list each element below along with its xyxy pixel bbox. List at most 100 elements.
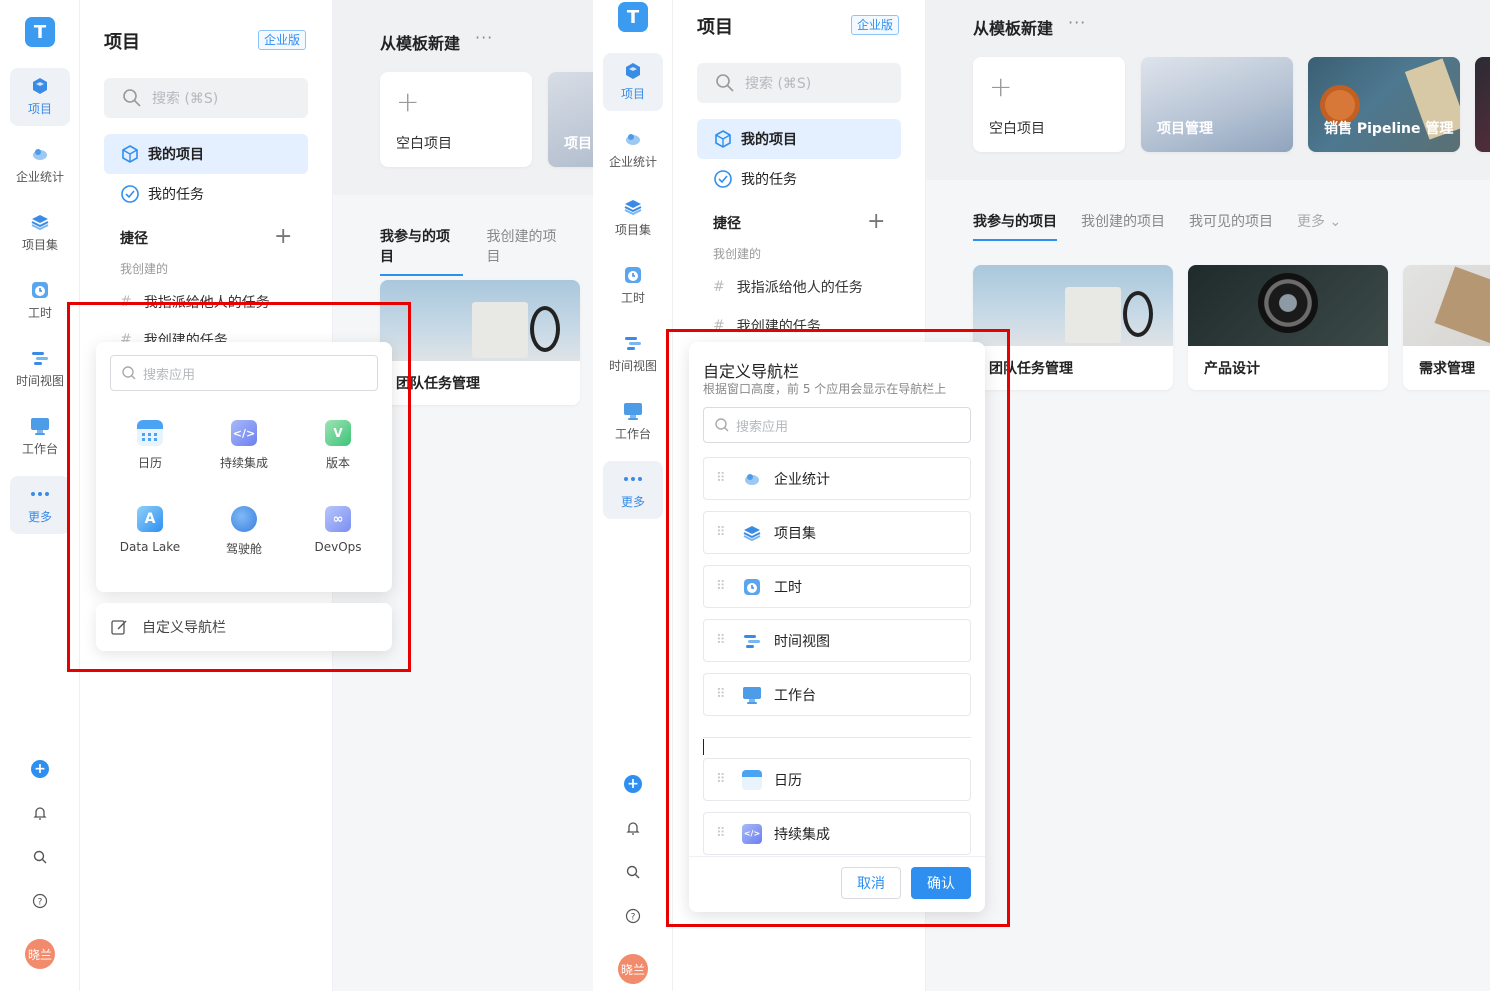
avatar[interactable]: 晓兰 (618, 954, 648, 984)
pinned-app-item[interactable]: ⠿ 企业统计 (703, 457, 971, 500)
more-options-icon[interactable]: ··· (475, 28, 493, 47)
nav-my-tasks[interactable]: 我的任务 (697, 159, 901, 199)
drag-handle-icon[interactable]: ⠿ (716, 688, 732, 701)
dialog-title: 自定义导航栏 (703, 362, 800, 381)
shortcut-item[interactable]: # 我指派给他人的任务 (120, 292, 270, 312)
pinned-app-item[interactable]: ⠿ 工作台 (703, 673, 971, 716)
help-icon[interactable]: ? (28, 889, 52, 913)
version-icon: V (325, 420, 351, 446)
nav-my-projects[interactable]: 我的项目 (104, 134, 308, 174)
add-shortcut-button[interactable]: + (867, 211, 885, 233)
rail-item-project[interactable]: 项目 (603, 53, 663, 111)
more-options-icon[interactable]: ··· (1068, 13, 1086, 32)
project-card[interactable]: 需求管理 (1403, 265, 1490, 390)
template-card-project[interactable]: 项目 (548, 72, 593, 167)
drag-handle-icon[interactable]: ⠿ (716, 526, 732, 539)
cancel-button[interactable]: 取消 (841, 867, 901, 899)
drag-handle-icon[interactable]: ⠿ (716, 472, 732, 485)
other-app-item[interactable]: ⠿ </> 持续集成 (703, 812, 971, 855)
template-card-blank[interactable]: + 空白项目 (973, 57, 1125, 152)
project-card[interactable]: 团队任务管理 (973, 265, 1173, 390)
timesheet-icon (623, 266, 643, 284)
project-card[interactable]: 团队任务管理 (380, 280, 580, 405)
app-data-lake[interactable]: A Data Lake (103, 506, 197, 554)
search-input[interactable]: 搜索 (⌘S) (104, 78, 308, 118)
rail-item-workbench[interactable]: 工作台 (603, 393, 663, 451)
app-logo-icon[interactable]: T (25, 17, 55, 47)
template-label: 空白项目 (396, 136, 452, 152)
project-cube-icon (122, 145, 138, 163)
add-button[interactable]: + (621, 772, 645, 796)
project-cover-image (1403, 265, 1490, 346)
shortcut-item[interactable]: # 我指派给他人的任务 (713, 277, 863, 297)
rail-item-enterprise-stats[interactable]: 企业统计 (10, 136, 70, 194)
search-input[interactable]: 搜索 (⌘S) (697, 63, 901, 103)
notification-bell-icon[interactable] (621, 816, 645, 840)
rail-item-timesheet[interactable]: 工时 (603, 257, 663, 315)
nav-my-tasks[interactable]: 我的任务 (104, 174, 308, 214)
tab-participating[interactable]: 我参与的项目 (380, 226, 463, 276)
pinned-app-item[interactable]: ⠿ 项目集 (703, 511, 971, 554)
add-shortcut-button[interactable]: + (274, 226, 292, 248)
pinned-app-item[interactable]: ⠿ 工时 (703, 565, 971, 608)
template-card-sales-pipeline[interactable]: 销售 Pipeline 管理 (1308, 57, 1460, 152)
shortcut-label: 我指派给他人的任务 (143, 295, 270, 311)
tab-more-label: 更多 (1297, 214, 1325, 230)
shortcut-item[interactable]: # 我创建的任务 (713, 316, 821, 336)
customize-nav-button[interactable]: 自定义导航栏 (96, 603, 392, 651)
template-card-project-management[interactable]: 项目管理 (1141, 57, 1293, 152)
confirm-button[interactable]: 确认 (911, 867, 971, 899)
rail-item-project[interactable]: 项目 (10, 68, 70, 126)
created-label: 我创建的 (120, 262, 169, 276)
tab-created[interactable]: 我创建的项目 (1081, 211, 1165, 241)
shortcut-label: 我指派给他人的任务 (736, 280, 863, 296)
tab-created[interactable]: 我创建的项目 (487, 226, 570, 276)
tab-participating[interactable]: 我参与的项目 (973, 211, 1057, 241)
drag-handle-icon[interactable]: ⠿ (716, 827, 732, 840)
project-cube-icon (30, 77, 50, 95)
pinned-app-item[interactable]: ⠿ 时间视图 (703, 619, 971, 662)
plus-icon: + (624, 775, 642, 793)
tab-visible[interactable]: 我可见的项目 (1189, 211, 1273, 241)
rail-item-timeline[interactable]: 时间视图 (10, 340, 70, 398)
app-calendar[interactable]: 日历 (103, 420, 197, 471)
rail-item-more[interactable]: 更多 (10, 476, 70, 534)
rail-label: 工时 (620, 291, 645, 305)
app-search-input[interactable]: 搜索应用 (703, 407, 971, 443)
notification-bell-icon[interactable] (28, 801, 52, 825)
add-button[interactable]: + (28, 757, 52, 781)
template-card-partial[interactable] (1475, 57, 1490, 152)
chevron-down-icon: ⌄ (1329, 214, 1342, 230)
template-card-blank[interactable]: + 空白项目 (380, 72, 532, 167)
app-devops[interactable]: ∞ DevOps (291, 506, 385, 554)
rail-item-workbench[interactable]: 工作台 (10, 408, 70, 466)
drag-handle-icon[interactable]: ⠿ (716, 634, 732, 647)
project-label: 团队任务管理 (396, 376, 480, 392)
rail-label: 更多 (27, 510, 52, 524)
search-icon[interactable] (621, 860, 645, 884)
rail-item-enterprise-stats[interactable]: 企业统计 (603, 121, 663, 179)
project-card[interactable]: 产品设计 (1188, 265, 1388, 390)
drag-handle-icon[interactable]: ⠿ (716, 580, 732, 593)
search-icon[interactable] (28, 845, 52, 869)
nav-my-projects[interactable]: 我的项目 (697, 119, 901, 159)
project-cover-image (973, 265, 1173, 346)
rail-item-project-set[interactable]: 项目集 (10, 204, 70, 262)
rail-item-project-set[interactable]: 项目集 (603, 189, 663, 247)
rail-item-timeline[interactable]: 时间视图 (603, 325, 663, 383)
rail-item-timesheet[interactable]: 工时 (10, 272, 70, 330)
app-version[interactable]: V 版本 (291, 420, 385, 471)
plus-icon: + (396, 85, 420, 118)
drag-handle-icon[interactable]: ⠿ (716, 773, 732, 786)
app-ci[interactable]: </> 持续集成 (197, 420, 291, 471)
app-logo-icon[interactable]: T (618, 2, 648, 32)
app-search-input[interactable]: 搜索应用 (110, 355, 378, 391)
app-label: DevOps (314, 540, 362, 554)
rail-item-more[interactable]: 更多 (603, 461, 663, 519)
hash-icon: # (120, 294, 132, 310)
tab-more[interactable]: 更多 ⌄ (1297, 211, 1341, 241)
other-app-item[interactable]: ⠿ 日历 (703, 758, 971, 801)
app-cockpit[interactable]: 驾驶舱 (197, 506, 291, 557)
avatar[interactable]: 晓兰 (25, 939, 55, 969)
help-icon[interactable]: ? (621, 904, 645, 928)
